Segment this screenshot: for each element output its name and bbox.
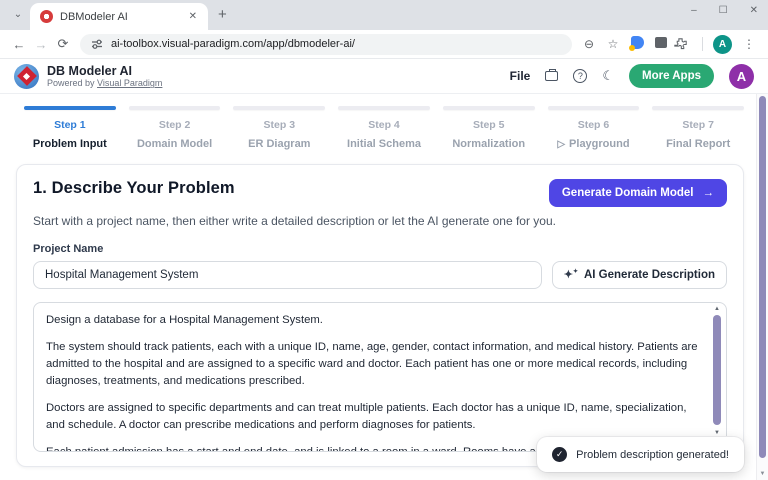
play-icon: ▷: [557, 139, 565, 150]
visual-paradigm-link[interactable]: Visual Paradigm: [97, 78, 162, 88]
powered-by: Powered by Visual Paradigm: [47, 78, 162, 88]
side-panel-icon[interactable]: [650, 37, 672, 51]
toolbar-divider: [702, 37, 703, 51]
app-logo-icon: [14, 64, 39, 89]
dark-mode-moon-icon[interactable]: ☾: [602, 68, 614, 84]
step-4-initial-schema[interactable]: Step 4 Initial Schema: [338, 106, 430, 150]
step-2-domain-model[interactable]: Step 2 Domain Model: [129, 106, 221, 150]
page-scroll-down-icon[interactable]: ▼: [757, 471, 768, 477]
page-title: 1. Describe Your Problem: [33, 179, 235, 198]
address-bar[interactable]: ai-toolbox.visual-paradigm.com/app/dbmod…: [80, 34, 572, 55]
forward-icon[interactable]: →: [30, 37, 52, 52]
scroll-up-icon[interactable]: ▲: [710, 306, 724, 312]
step-7-final-report[interactable]: Step 7 Final Report: [652, 106, 744, 150]
step-progress-bar: [652, 106, 744, 110]
description-paragraph: Design a database for a Hospital Managem…: [46, 312, 698, 329]
step-number: Step 2: [129, 119, 221, 131]
generate-button-label: Generate Domain Model: [562, 187, 694, 199]
zoom-icon[interactable]: ⊖: [578, 37, 600, 51]
step-label: ER Diagram: [233, 138, 325, 150]
tab-favicon-icon: [40, 10, 53, 23]
toast-message: Problem description generated!: [576, 449, 729, 461]
step-progress-bar: [443, 106, 535, 110]
browser-tab[interactable]: DBModeler AI ✕: [30, 3, 208, 30]
problem-input-card: 1. Describe Your Problem Generate Domain…: [16, 164, 744, 467]
step-progress-bar: [233, 106, 325, 110]
step-number: Step 3: [233, 119, 325, 131]
help-icon[interactable]: ?: [573, 69, 587, 83]
toast-notification: ✓ Problem description generated!: [537, 437, 744, 472]
arrow-right-icon: →: [703, 187, 715, 199]
step-progress-bar: [338, 106, 430, 110]
step-progress-bar: [129, 106, 221, 110]
user-avatar[interactable]: A: [729, 64, 754, 89]
step-progress-bar: [548, 106, 640, 110]
tab-close-icon[interactable]: ✕: [186, 9, 200, 24]
textarea-scrollbar[interactable]: ▲ ▼: [710, 305, 724, 449]
ai-generate-label: AI Generate Description: [584, 269, 715, 281]
ai-generate-description-button[interactable]: ✦ AI Generate Description: [552, 261, 727, 289]
browser-menu-icon[interactable]: ⋮: [738, 37, 760, 51]
file-menu[interactable]: File: [510, 69, 531, 83]
window-close-button[interactable]: ✕: [750, 5, 758, 16]
app-header-actions: File ? ☾ More Apps A: [510, 64, 754, 89]
project-name-label: Project Name: [33, 243, 727, 255]
tune-icon[interactable]: [91, 38, 103, 50]
browser-toolbar: ← → ⟳ ai-toolbox.visual-paradigm.com/app…: [0, 30, 768, 59]
check-icon: ✓: [552, 447, 567, 462]
step-label: Initial Schema: [338, 138, 430, 150]
step-label: Final Report: [652, 138, 744, 150]
step-1-problem-input[interactable]: Step 1 Problem Input: [24, 106, 116, 150]
extensions-puzzle-icon[interactable]: [674, 38, 696, 51]
step-label: ▷Playground: [548, 138, 640, 150]
browser-tab-strip: ⌄ DBModeler AI ✕ + – ☐ ✕: [0, 0, 768, 30]
step-number: Step 1: [24, 119, 116, 131]
step-progress-bar: [24, 106, 116, 110]
description-paragraph: The system should track patients, each w…: [46, 339, 698, 390]
browser-profile-avatar[interactable]: A: [713, 35, 732, 54]
step-6-playground[interactable]: Step 6 ▷Playground: [548, 106, 640, 150]
print-icon[interactable]: [545, 71, 558, 81]
powered-by-prefix: Powered by: [47, 78, 95, 88]
scroll-down-icon[interactable]: ▼: [710, 430, 724, 436]
reload-icon[interactable]: ⟳: [52, 36, 74, 52]
app-title-block: DB Modeler AI Powered by Visual Paradigm: [47, 64, 162, 88]
pinned-extension-icon[interactable]: [626, 36, 648, 52]
step-number: Step 7: [652, 119, 744, 131]
bookmark-star-icon[interactable]: ☆: [602, 37, 624, 51]
tab-title: DBModeler AI: [60, 11, 179, 23]
textarea-scrollbar-thumb[interactable]: [713, 315, 721, 425]
sparkles-icon: ✦: [564, 268, 578, 281]
url-text[interactable]: ai-toolbox.visual-paradigm.com/app/dbmod…: [111, 38, 355, 50]
page-subtitle: Start with a project name, then either w…: [33, 214, 727, 228]
description-paragraph: Doctors are assigned to specific departm…: [46, 400, 698, 434]
stepper: Step 1 Problem Input Step 2 Domain Model…: [0, 94, 768, 156]
step-5-normalization[interactable]: Step 5 Normalization: [443, 106, 535, 150]
back-icon[interactable]: ←: [8, 37, 30, 52]
tab-search-chevron-icon[interactable]: ⌄: [8, 5, 28, 25]
step-label: Problem Input: [24, 138, 116, 150]
step-number: Step 6: [548, 119, 640, 131]
app-header: DB Modeler AI Powered by Visual Paradigm…: [0, 59, 768, 94]
step-3-er-diagram[interactable]: Step 3 ER Diagram: [233, 106, 325, 150]
step-label: Domain Model: [129, 138, 221, 150]
step-number: Step 4: [338, 119, 430, 131]
toolbar-actions: ⊖ ☆ A ⋮: [578, 35, 760, 54]
step-number: Step 5: [443, 119, 535, 131]
window-controls: – ☐ ✕: [691, 5, 758, 16]
problem-description-textarea[interactable]: Design a database for a Hospital Managem…: [33, 302, 727, 452]
step-label: Normalization: [443, 138, 535, 150]
project-name-input[interactable]: [33, 261, 542, 289]
new-tab-button[interactable]: +: [218, 6, 227, 23]
app-name: DB Modeler AI: [47, 64, 162, 78]
window-maximize-button[interactable]: ☐: [719, 5, 728, 16]
generate-domain-model-button[interactable]: Generate Domain Model →: [549, 179, 727, 207]
more-apps-button[interactable]: More Apps: [629, 64, 714, 88]
page-scrollbar-thumb[interactable]: [759, 96, 766, 458]
page-scrollbar[interactable]: ▼: [756, 94, 768, 480]
window-minimize-button[interactable]: –: [691, 5, 697, 16]
